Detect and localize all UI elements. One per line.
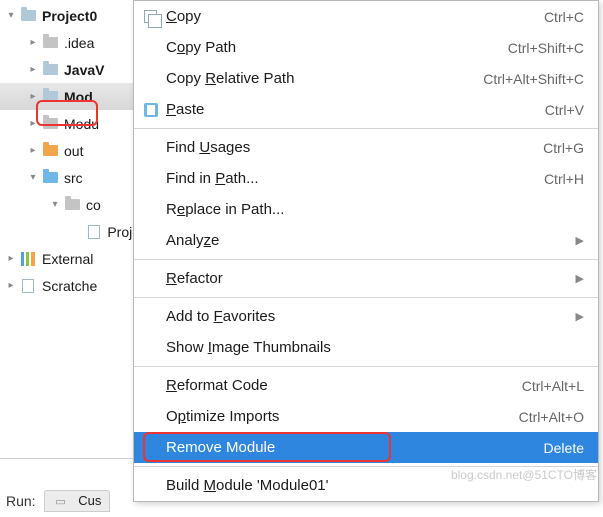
menu-item-label: Show Image Thumbnails: [166, 339, 584, 356]
folder-icon: [64, 197, 80, 213]
tree-item-label: Scratche: [42, 278, 97, 294]
menu-shortcut: Ctrl+Alt+O: [519, 409, 584, 425]
chevron-right-icon[interactable]: ▸: [28, 64, 38, 75]
chevron-right-icon[interactable]: ▸: [6, 280, 16, 291]
tree-item[interactable]: ▸ .idea: [0, 29, 140, 56]
copy-icon: [144, 10, 166, 23]
menu-item[interactable]: PasteCtrl+V: [134, 94, 598, 125]
menu-item[interactable]: Reformat CodeCtrl+Alt+L: [134, 370, 598, 401]
run-label: Run:: [6, 493, 36, 509]
menu-separator: [134, 259, 598, 260]
menu-item-label: Replace in Path...: [166, 201, 584, 218]
menu-item-label: Remove Module: [166, 439, 544, 456]
menu-shortcut: Ctrl+Alt+Shift+C: [483, 71, 584, 87]
tree-item[interactable]: Proje: [0, 218, 140, 245]
tree-item[interactable]: ▾ src: [0, 164, 140, 191]
menu-item[interactable]: Refactor▶: [134, 263, 598, 294]
tree-item-label: out: [64, 143, 83, 159]
tree-item-label: Project0: [42, 8, 97, 24]
menu-shortcut: Ctrl+Alt+L: [522, 378, 584, 394]
libraries-icon: [20, 251, 36, 267]
menu-item[interactable]: Find UsagesCtrl+G: [134, 132, 598, 163]
terminal-icon: ▭: [53, 493, 69, 509]
chevron-down-icon[interactable]: ▾: [50, 199, 60, 210]
folder-icon: [42, 170, 58, 186]
menu-separator: [134, 128, 598, 129]
menu-separator: [134, 466, 598, 467]
tree-item-label: External: [42, 251, 93, 267]
menu-item-label: Copy Path: [166, 39, 508, 56]
tree-item-label: .idea: [64, 35, 94, 51]
folder-icon: [20, 8, 36, 24]
tree-item[interactable]: ▸ out: [0, 137, 140, 164]
menu-item-label: Copy: [166, 8, 544, 25]
menu-item-label: Optimize Imports: [166, 408, 519, 425]
folder-icon: [42, 35, 58, 51]
menu-item-label: Analyze: [166, 232, 576, 249]
run-tab[interactable]: ▭ Cus: [44, 490, 111, 513]
chevron-right-icon: ▶: [576, 310, 584, 323]
chevron-right-icon[interactable]: ▸: [28, 145, 38, 156]
run-tab-label: Cus: [78, 493, 101, 508]
menu-item-label: Refactor: [166, 270, 576, 287]
chevron-right-icon: ▶: [576, 234, 584, 247]
tree-item-label: Mod: [64, 89, 93, 105]
folder-icon: [42, 89, 58, 105]
menu-item[interactable]: Copy Relative PathCtrl+Alt+Shift+C: [134, 63, 598, 94]
chevron-right-icon[interactable]: ▸: [6, 253, 16, 264]
menu-item-label: Add to Favorites: [166, 308, 576, 325]
menu-item[interactable]: Remove ModuleDelete: [134, 432, 598, 463]
menu-item-label: Find Usages: [166, 139, 543, 156]
folder-icon: [42, 116, 58, 132]
menu-item[interactable]: Build Module 'Module01': [134, 470, 598, 501]
menu-item[interactable]: Copy PathCtrl+Shift+C: [134, 32, 598, 63]
chevron-right-icon[interactable]: ▸: [28, 91, 38, 102]
context-menu[interactable]: CopyCtrl+CCopy PathCtrl+Shift+CCopy Rela…: [133, 0, 599, 502]
chevron-right-icon[interactable]: ▸: [28, 37, 38, 48]
menu-shortcut: Ctrl+H: [544, 171, 584, 187]
tree-item[interactable]: ▸ Modu: [0, 110, 140, 137]
tree-item-label: JavaV: [64, 62, 104, 78]
tree-item[interactable]: ▸ JavaV: [0, 56, 140, 83]
folder-icon: [42, 143, 58, 159]
paste-icon: [144, 103, 166, 117]
tree-item[interactable]: ▸ Mod: [0, 83, 140, 110]
menu-item-label: Build Module 'Module01': [166, 477, 584, 494]
menu-shortcut: Ctrl+Shift+C: [508, 40, 584, 56]
menu-item[interactable]: Replace in Path...: [134, 194, 598, 225]
tree-item[interactable]: ▾ co: [0, 191, 140, 218]
project-tree[interactable]: ▾ Project0 ▸ .idea ▸ JavaV ▸ Mod ▸ Modu ▸ out ▾ src ▾ c…: [0, 0, 140, 299]
tree-item[interactable]: ▾ Project0: [0, 2, 140, 29]
tree-item-label: src: [64, 170, 83, 186]
menu-item[interactable]: Optimize ImportsCtrl+Alt+O: [134, 401, 598, 432]
tree-item-label: Modu: [64, 116, 99, 132]
menu-shortcut: Ctrl+C: [544, 9, 584, 25]
menu-item-label: Copy Relative Path: [166, 70, 483, 87]
chevron-down-icon[interactable]: ▾: [28, 172, 38, 183]
menu-item-label: Paste: [166, 101, 545, 118]
file-icon: [86, 224, 102, 240]
chevron-right-icon: ▶: [576, 272, 584, 285]
menu-separator: [134, 297, 598, 298]
file-icon: [20, 278, 36, 294]
menu-item-label: Reformat Code: [166, 377, 522, 394]
menu-item-label: Find in Path...: [166, 170, 544, 187]
tree-item[interactable]: ▸ External: [0, 245, 140, 272]
menu-shortcut: Delete: [544, 440, 584, 456]
tree-item[interactable]: ▸ Scratche: [0, 272, 140, 299]
tree-item-label: co: [86, 197, 101, 213]
menu-item[interactable]: Analyze▶: [134, 225, 598, 256]
divider: [0, 458, 140, 459]
menu-shortcut: Ctrl+V: [545, 102, 584, 118]
menu-separator: [134, 366, 598, 367]
menu-item[interactable]: Show Image Thumbnails: [134, 332, 598, 363]
menu-item[interactable]: Find in Path...Ctrl+H: [134, 163, 598, 194]
chevron-right-icon[interactable]: ▸: [28, 118, 38, 129]
folder-icon: [42, 62, 58, 78]
menu-shortcut: Ctrl+G: [543, 140, 584, 156]
chevron-down-icon[interactable]: ▾: [6, 10, 16, 21]
menu-item[interactable]: CopyCtrl+C: [134, 1, 598, 32]
menu-item[interactable]: Add to Favorites▶: [134, 301, 598, 332]
bottom-panel: Run: ▭ Cus: [0, 485, 140, 517]
